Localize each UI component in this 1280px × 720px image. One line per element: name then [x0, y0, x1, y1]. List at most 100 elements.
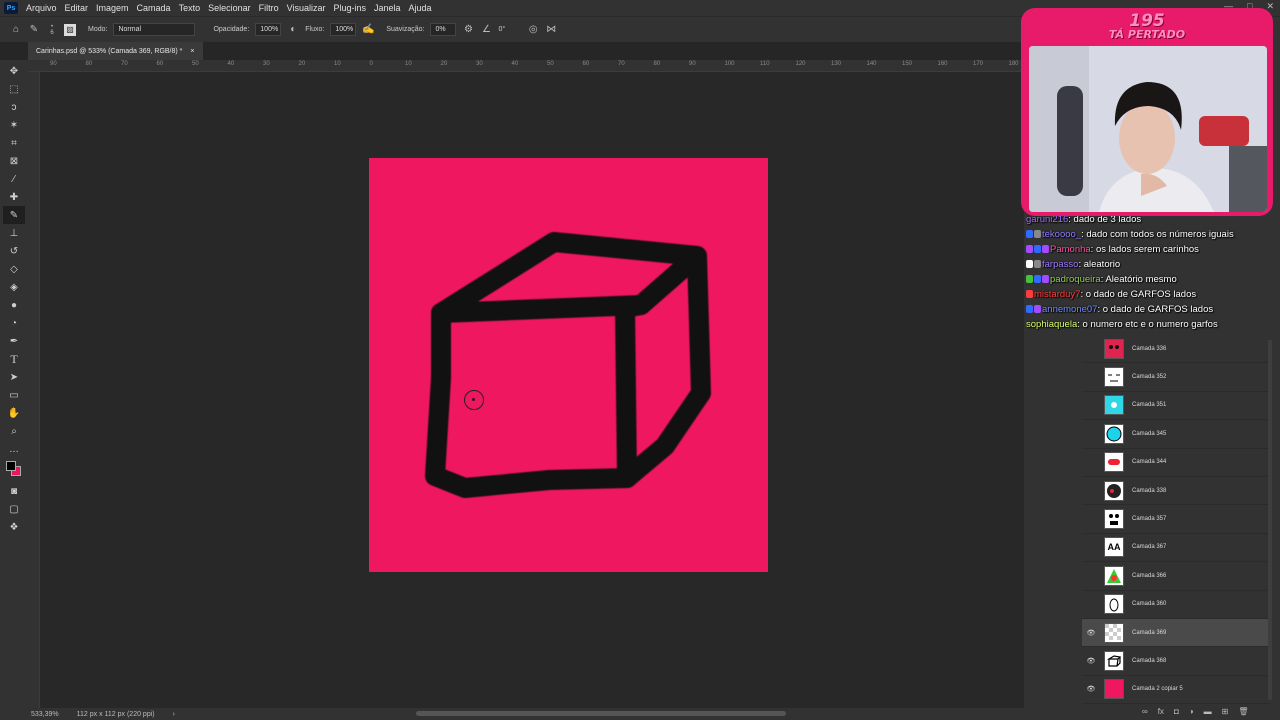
chat-username[interactable]: Pamonha [1050, 244, 1091, 255]
layer-row[interactable]: Camada 338 [1082, 477, 1270, 506]
menu-editar[interactable]: Editar [61, 3, 93, 13]
layer-name[interactable]: Camada 366 [1132, 573, 1270, 579]
add-mask-icon[interactable]: ◘ [1174, 707, 1179, 716]
menu-janela[interactable]: Janela [370, 3, 405, 13]
layer-name[interactable]: Camada 369 [1132, 630, 1270, 636]
link-layers-icon[interactable]: ∞ [1142, 707, 1148, 716]
layer-row[interactable]: 👁 Camada 369 [1082, 618, 1270, 648]
pen-tool-icon[interactable]: ✒ [3, 332, 25, 350]
new-group-icon[interactable]: ▬ [1204, 707, 1212, 716]
adjustment-layer-icon[interactable]: ◑ [1189, 707, 1194, 716]
pressure-size-icon[interactable]: ◎ [527, 24, 539, 36]
menu-plugins[interactable]: Plug-ins [329, 3, 370, 13]
layer-row[interactable]: 👁 Camada 2 copiar 5 [1082, 676, 1270, 705]
menu-filtro[interactable]: Filtro [255, 3, 283, 13]
brush-settings-icon[interactable]: ▨ [64, 23, 76, 36]
layer-row[interactable]: 👁 Camada 368 [1082, 647, 1270, 676]
healing-tool-icon[interactable]: ✚ [3, 188, 25, 206]
paint-bucket-icon[interactable]: ◈ [3, 278, 25, 296]
delete-layer-icon[interactable]: 🗑 [1238, 707, 1248, 716]
brush-preset-icon[interactable]: ✎ [28, 24, 40, 36]
menu-selecionar[interactable]: Selecionar [204, 3, 255, 13]
layer-row[interactable]: AA Camada 367 [1082, 534, 1270, 563]
chat-username[interactable]: farpasso [1042, 259, 1078, 270]
layer-row[interactable]: Camada 366 [1082, 562, 1270, 591]
opacity-input[interactable]: 100% [255, 23, 282, 36]
layer-row[interactable]: Camada 360 [1082, 591, 1270, 619]
menu-camada[interactable]: Camada [133, 3, 175, 13]
chat-username[interactable]: annemone07 [1042, 304, 1097, 315]
eyedropper-tool-icon[interactable]: ⁄ [3, 170, 25, 188]
angle-value[interactable]: 0° [498, 26, 505, 33]
zoom-tool-icon[interactable]: ⌕ [3, 422, 25, 440]
layer-name[interactable]: Camada 338 [1132, 488, 1270, 494]
menu-ajuda[interactable]: Ajuda [405, 3, 436, 13]
layer-name[interactable]: Camada 368 [1132, 658, 1270, 664]
layer-name[interactable]: Camada 336 [1132, 346, 1270, 352]
layer-row[interactable]: Camada 352 [1082, 363, 1270, 392]
layer-name[interactable]: Camada 345 [1132, 431, 1270, 437]
menu-texto[interactable]: Texto [175, 3, 205, 13]
layer-name[interactable]: Camada 351 [1132, 402, 1270, 408]
quick-mask-icon[interactable]: ◙ [3, 482, 25, 500]
color-swatches[interactable] [3, 458, 25, 482]
chat-username[interactable]: padroqueira [1050, 274, 1101, 285]
gear-icon[interactable]: ⚙ [462, 24, 474, 36]
document-canvas[interactable] [369, 158, 768, 572]
frame-tool-icon[interactable]: ⊠ [3, 152, 25, 170]
canvas-workspace[interactable] [40, 72, 1044, 708]
home-icon[interactable]: ⌂ [10, 24, 22, 36]
zoom-level[interactable]: 533,39% [31, 711, 59, 718]
layer-row[interactable]: Camada 351 [1082, 392, 1270, 421]
lasso-tool-icon[interactable]: ↄ [3, 98, 25, 116]
airbrush-icon[interactable]: ✍ [362, 24, 374, 36]
status-expand-arrow[interactable]: › [173, 711, 175, 718]
history-brush-icon[interactable]: ↺ [3, 242, 25, 260]
pressure-opacity-icon[interactable]: ◐ [287, 24, 299, 36]
blur-tool-icon[interactable]: ● [3, 296, 25, 314]
screen-mode-icon[interactable]: ▢ [3, 500, 25, 518]
dodge-tool-icon[interactable]: ◔ [3, 314, 25, 332]
crop-tool-icon[interactable]: ⌗ [3, 134, 25, 152]
flow-input[interactable]: 100% [330, 23, 357, 36]
type-tool-icon[interactable]: T [3, 350, 25, 368]
document-tab[interactable]: Carinhas.psd @ 533% (Camada 369, RGB/8) … [28, 42, 203, 60]
canvas-horizontal-scrollbar[interactable] [416, 711, 786, 716]
layer-name[interactable]: Camada 360 [1132, 601, 1270, 607]
visibility-eye-icon[interactable]: 👁 [1082, 685, 1100, 693]
generative-fill-icon[interactable]: ❖ [3, 518, 25, 536]
layer-style-icon[interactable]: fx [1158, 707, 1164, 716]
layer-row[interactable]: Camada 336 [1082, 335, 1270, 364]
move-tool-icon[interactable]: ✥ [3, 62, 25, 80]
chat-username[interactable]: tekoooo_ [1042, 229, 1081, 240]
layer-row[interactable]: Camada 357 [1082, 505, 1270, 534]
stamp-tool-icon[interactable]: ⊥ [3, 224, 25, 242]
layer-name[interactable]: Camada 2 copiar 5 [1132, 686, 1270, 692]
chat-username[interactable]: sophiaquela [1026, 319, 1077, 330]
chat-username[interactable]: mistarduy7 [1034, 289, 1080, 300]
layer-name[interactable]: Camada 367 [1132, 544, 1270, 550]
layer-name[interactable]: Camada 357 [1132, 516, 1270, 522]
brush-tool-icon[interactable]: ✎ [3, 206, 25, 224]
layers-scrollbar[interactable] [1268, 340, 1272, 700]
eraser-tool-icon[interactable]: ◇ [3, 260, 25, 278]
document-info[interactable]: 112 px x 112 px (220 ppi) [77, 711, 155, 718]
symmetry-icon[interactable]: ⋈ [545, 24, 557, 36]
visibility-eye-icon[interactable]: 👁 [1082, 657, 1100, 665]
layer-row[interactable]: Camada 344 [1082, 449, 1270, 477]
layer-name[interactable]: Camada 352 [1132, 374, 1270, 380]
more-tools-icon[interactable]: … [3, 440, 25, 458]
magic-wand-tool-icon[interactable]: ✶ [3, 116, 25, 134]
smoothing-input[interactable]: 0% [430, 23, 457, 36]
new-layer-icon[interactable]: ⊞ [1222, 707, 1229, 716]
close-tab-icon[interactable]: × [190, 48, 194, 55]
menu-imagem[interactable]: Imagem [92, 3, 133, 13]
marquee-tool-icon[interactable]: ⬚ [3, 80, 25, 98]
hand-tool-icon[interactable]: ✋ [3, 404, 25, 422]
menu-visualizar[interactable]: Visualizar [283, 3, 330, 13]
path-selection-icon[interactable]: ➤ [3, 368, 25, 386]
layer-row[interactable]: Camada 345 [1082, 420, 1270, 449]
mode-select[interactable]: Normal [113, 23, 196, 36]
rectangle-tool-icon[interactable]: ▭ [3, 386, 25, 404]
brush-size-picker[interactable]: • 6 [46, 24, 58, 36]
